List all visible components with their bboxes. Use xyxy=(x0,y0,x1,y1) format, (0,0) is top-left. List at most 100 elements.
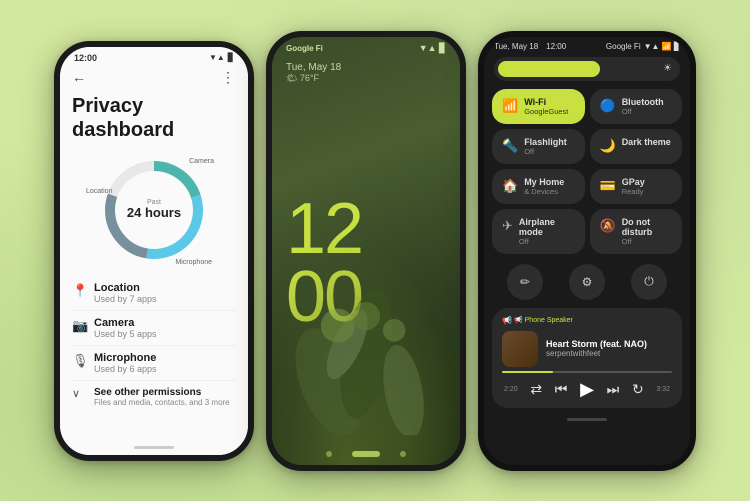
media-title: Heart Storm (feat. NAO) xyxy=(546,339,672,349)
privacy-screen: 12:00 ▼▲ ▊ ← ⋮ Privacy dashboard xyxy=(60,47,248,455)
media-time-total: 3:32 xyxy=(656,386,670,393)
my-home-name: My Home xyxy=(524,177,574,187)
settings-button[interactable]: ⚙ xyxy=(569,264,605,300)
google-fi-label: Google Fi xyxy=(286,44,323,53)
media-output-label: 📢 Phone Speaker xyxy=(514,316,573,324)
wifi-tile-text: Wi-Fi GoogleGuest xyxy=(524,97,574,116)
privacy-title: Privacy dashboard xyxy=(60,86,248,146)
previous-button[interactable]: ⏮ xyxy=(555,381,568,398)
play-pause-button[interactable]: ▶ xyxy=(580,379,594,400)
see-more-sub: Files and media, contacts, and 3 more xyxy=(94,398,230,407)
location-name: Location xyxy=(94,282,236,294)
camera-name: Camera xyxy=(94,317,236,329)
clock-weather: 🌤 76°F xyxy=(286,73,446,84)
camera-icon: 📷 xyxy=(72,318,86,334)
wifi-tile[interactable]: 📶 Wi-Fi GoogleGuest xyxy=(492,89,585,124)
media-info: Heart Storm (feat. NAO) serpentwithfeet xyxy=(546,339,672,358)
more-menu-button[interactable]: ⋮ xyxy=(221,69,236,86)
edit-button[interactable]: ✏ xyxy=(507,264,543,300)
list-item[interactable]: 🎙 Microphone Used by 6 apps xyxy=(72,346,236,381)
signal-icon-left: ▼▲ xyxy=(209,53,225,62)
quick-settings-screen: Tue, May 18 12:00 Google Fi ▼▲ 📶 ▊ ☀ 📶 W xyxy=(484,37,690,465)
plant-svg xyxy=(272,235,460,435)
donut-center: Past 24 hours xyxy=(127,199,181,220)
dark-theme-name: Dark theme xyxy=(622,137,672,147)
gpay-tile[interactable]: 💳 GPay Ready xyxy=(590,169,683,204)
dnd-name: Do not disturb xyxy=(622,217,672,237)
camera-item-text: Camera Used by 5 apps xyxy=(94,317,236,339)
nav-pill xyxy=(352,451,380,457)
battery-icon-left: ▊ xyxy=(228,53,234,62)
camera-label: Camera xyxy=(189,158,214,165)
brightness-icon: ☀ xyxy=(663,63,672,74)
clock-date: Tue, May 18 xyxy=(286,62,446,73)
media-time-current: 2:20 xyxy=(504,386,518,393)
brightness-control[interactable]: ☀ xyxy=(494,57,680,81)
speaker-icon: 📢 xyxy=(502,316,512,325)
bluetooth-name: Bluetooth xyxy=(622,97,672,107)
media-progress-fill xyxy=(502,371,553,373)
clock-provider: Google Fi xyxy=(286,44,323,53)
donut-hours-label: 24 hours xyxy=(127,206,181,220)
repeat-button[interactable]: ↻ xyxy=(632,381,644,398)
status-bar-left: 12:00 ▼▲ ▊ xyxy=(60,47,248,65)
flashlight-sub: Off xyxy=(524,147,574,156)
phone-left: 12:00 ▼▲ ▊ ← ⋮ Privacy dashboard xyxy=(54,41,254,461)
nav-bar-middle xyxy=(272,443,460,465)
gpay-tile-text: GPay Ready xyxy=(622,177,672,196)
bluetooth-icon: 🔵 xyxy=(600,98,616,114)
media-progress-bar[interactable] xyxy=(502,371,672,373)
wifi-icon: 📶 xyxy=(502,98,518,114)
qs-right-status: Google Fi ▼▲ 📶 ▊ xyxy=(606,42,680,51)
qs-action-buttons: ✏ ⚙ ⏻ xyxy=(484,258,690,304)
shuffle-button[interactable]: ⇄ xyxy=(530,381,542,398)
back-button[interactable]: ← xyxy=(72,69,86,85)
clock-signal-icon: ▼▲ ▊ xyxy=(419,43,446,53)
privacy-list: 📍 Location Used by 7 apps 📷 Camera Used … xyxy=(60,272,248,442)
gpay-name: GPay xyxy=(622,177,672,187)
qs-date: Tue, May 18 xyxy=(494,42,538,51)
home-indicator-right xyxy=(567,418,607,421)
phone-middle: Google Fi ▼▲ ▊ Tue, May 18 🌤 76°F 12 00 xyxy=(266,31,466,471)
dnd-tile-text: Do not disturb Off xyxy=(622,217,672,246)
quick-settings-grid: 📶 Wi-Fi GoogleGuest 🔵 Bluetooth Off 🔦 xyxy=(484,85,690,258)
gpay-icon: 💳 xyxy=(600,178,616,194)
my-home-tile[interactable]: 🏠 My Home & Devices xyxy=(492,169,585,204)
media-thumbnail xyxy=(502,331,538,367)
list-item[interactable]: 📍 Location Used by 7 apps xyxy=(72,276,236,311)
media-content: Heart Storm (feat. NAO) serpentwithfeet xyxy=(502,331,672,367)
media-artist: serpentwithfeet xyxy=(546,349,672,358)
flashlight-tile[interactable]: 🔦 Flashlight Off xyxy=(492,129,585,164)
clock-status-bar: Google Fi ▼▲ ▊ xyxy=(272,37,460,56)
microphone-item-text: Microphone Used by 6 apps xyxy=(94,352,236,374)
clock-screen: Google Fi ▼▲ ▊ Tue, May 18 🌤 76°F 12 00 xyxy=(272,37,460,465)
home-icon: 🏠 xyxy=(502,178,518,194)
microphone-sub: Used by 6 apps xyxy=(94,364,236,374)
dark-theme-tile[interactable]: 🌙 Dark theme xyxy=(590,129,683,164)
airplane-sub: Off xyxy=(519,237,575,246)
media-controls: 2:20 ⇄ ⏮ ▶ ⏭ ↻ 3:32 xyxy=(502,379,672,400)
airplane-name: Airplane mode xyxy=(519,217,575,237)
dark-theme-tile-text: Dark theme xyxy=(622,137,672,147)
nav-dot xyxy=(326,451,332,457)
qs-time: 12:00 xyxy=(546,42,566,51)
list-item[interactable]: 📷 Camera Used by 5 apps xyxy=(72,311,236,346)
dnd-tile[interactable]: 🔕 Do not disturb Off xyxy=(590,209,683,254)
clock-status-icons: ▼▲ ▊ xyxy=(419,43,446,54)
gpay-sub: Ready xyxy=(622,187,672,196)
next-button[interactable]: ⏭ xyxy=(607,381,620,398)
airplane-tile-text: Airplane mode Off xyxy=(519,217,575,246)
phone-right: Tue, May 18 12:00 Google Fi ▼▲ 📶 ▊ ☀ 📶 W xyxy=(478,31,696,471)
qs-signal-icon: ▼▲ 📶 ▊ xyxy=(644,42,680,51)
nav-dot xyxy=(400,451,406,457)
home-indicator-left xyxy=(134,446,174,449)
bluetooth-tile[interactable]: 🔵 Bluetooth Off xyxy=(590,89,683,124)
bluetooth-sub: Off xyxy=(622,107,672,116)
clock-date-area: Tue, May 18 🌤 76°F xyxy=(272,56,460,84)
dnd-sub: Off xyxy=(622,237,672,246)
airplane-tile[interactable]: ✈ Airplane mode Off xyxy=(492,209,585,254)
see-other-permissions[interactable]: ∨ See other permissions Files and media,… xyxy=(72,381,236,413)
qs-left-status: Tue, May 18 12:00 xyxy=(494,42,566,51)
power-button[interactable]: ⏻ xyxy=(631,264,667,300)
location-sub: Used by 7 apps xyxy=(94,294,236,304)
